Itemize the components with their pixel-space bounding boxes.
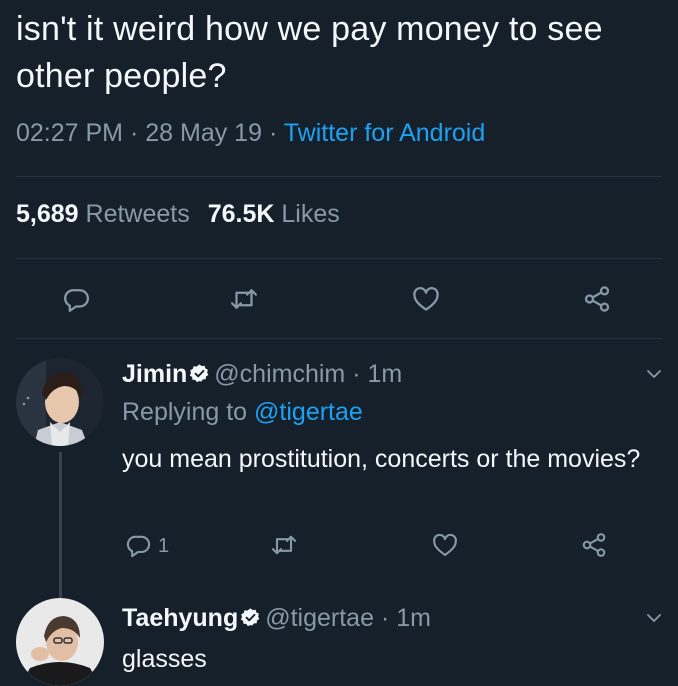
retweet-icon[interactable] [229,284,259,314]
reply-text: you mean prostitution, concerts or the m… [122,445,641,473]
avatar-jimin[interactable] [16,358,104,446]
replying-to: Replying to @tigertae [122,398,363,427]
replying-handle-link[interactable]: @tigertae [254,398,363,426]
tweet-stats: 5,689 Retweets 76.5K Likes [16,200,340,229]
divider [16,176,662,177]
retweet-icon[interactable] [270,531,298,559]
verified-badge-icon [240,606,261,627]
display-name[interactable]: Jimin [122,360,187,388]
retweets-count: 5,689 [16,200,79,228]
reply-icon[interactable] [124,531,152,559]
meta-separator: · [268,119,278,147]
likes-label: Likes [281,200,340,228]
tweet-time: 02:27 PM [16,119,124,147]
reply-age: · 1m [380,604,431,632]
chevron-down-icon[interactable] [645,365,663,383]
user-handle[interactable]: @chimchim [214,360,345,388]
reply-text: glasses [122,645,207,673]
likes-count: 76.5K [207,200,275,228]
divider [16,258,662,259]
chevron-down-icon[interactable] [645,609,663,627]
heart-icon[interactable] [431,531,459,559]
divider [16,338,662,339]
reply-age: · 1m [352,360,403,388]
display-name[interactable]: Taehyung [122,604,238,632]
replying-label: Replying to [122,398,248,426]
reply-header: Jimin @chimchim · 1m [122,360,402,389]
heart-icon[interactable] [411,284,441,314]
meta-separator: · [129,119,139,147]
retweets-stat[interactable]: 5,689 Retweets [16,200,190,228]
share-icon[interactable] [580,531,608,559]
tweet-meta: 02:27 PM · 28 May 19 · Twitter for Andro… [16,119,485,148]
share-icon[interactable] [582,284,612,314]
reply-header: Taehyung @tigertae · 1m [122,604,431,633]
tweet-date: 28 May 19 [145,119,262,147]
verified-badge-icon [189,362,210,383]
retweets-label: Retweets [85,200,190,228]
reply-count: 1 [158,535,170,557]
reply-icon[interactable] [61,284,91,314]
likes-stat[interactable]: 76.5K Likes [208,200,340,228]
user-handle[interactable]: @tigertae [265,604,374,632]
tweet-source-link[interactable]: Twitter for Android [284,119,485,147]
thread-line [59,452,62,598]
tweet-text: isn't it weird how we pay money to see o… [16,10,603,95]
